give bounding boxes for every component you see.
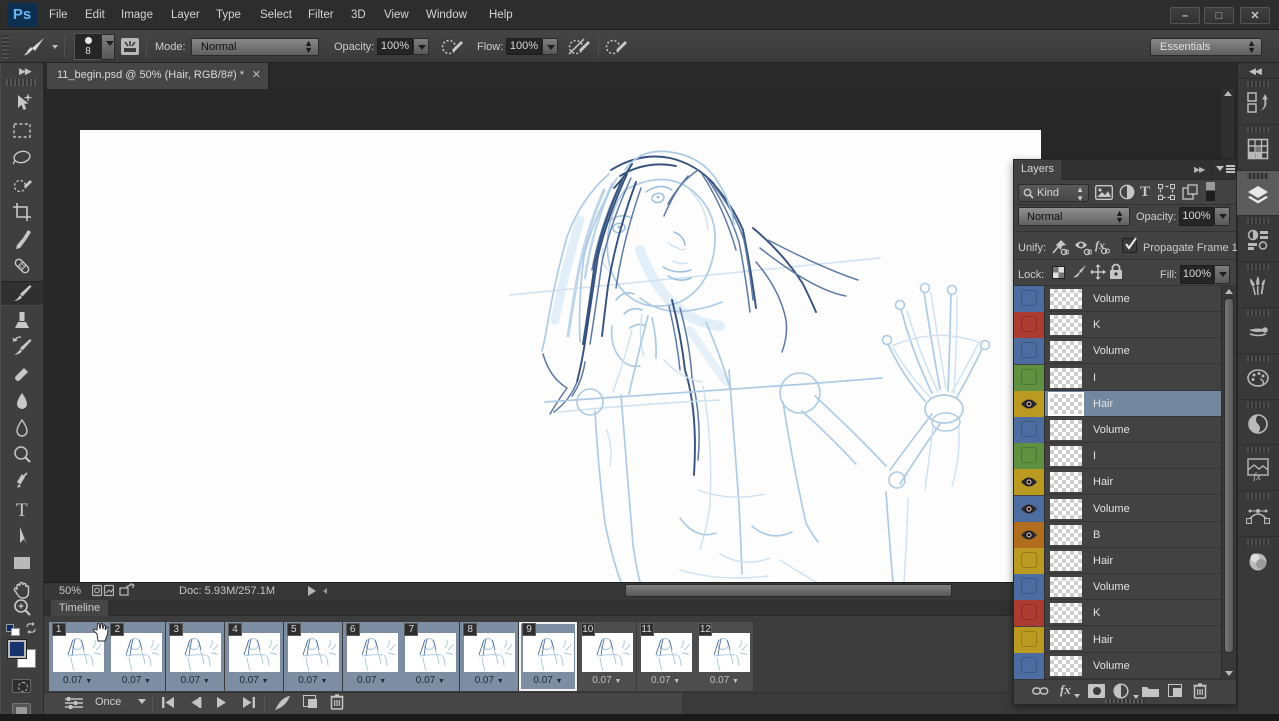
svg-text:T: T <box>16 500 28 521</box>
svg-text:fx: fx <box>1253 471 1261 481</box>
